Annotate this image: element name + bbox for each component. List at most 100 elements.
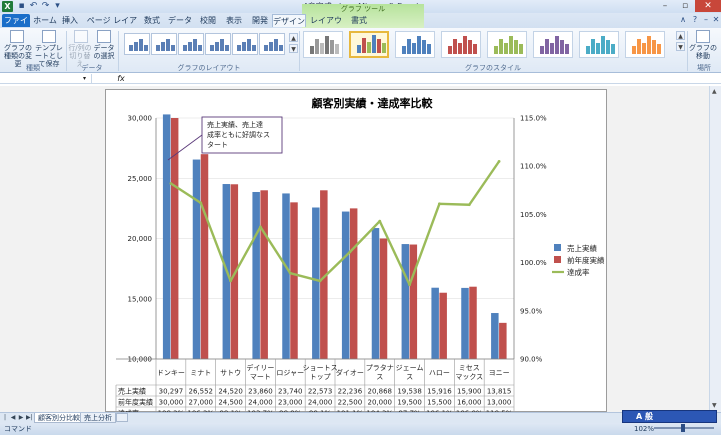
- layout-thumb-bar: [247, 39, 251, 51]
- layout-option-1[interactable]: [124, 33, 150, 55]
- legend-label: 売上実績: [567, 243, 597, 253]
- insert-sheet-icon[interactable]: [116, 413, 128, 422]
- style-thumb-bar: [632, 46, 636, 54]
- layout-scroll-up-icon[interactable]: ▲: [289, 33, 298, 42]
- chart-style-option-7[interactable]: [579, 31, 619, 58]
- chart-style-option-5[interactable]: [487, 31, 527, 58]
- category-label: トップ: [310, 373, 331, 381]
- last-sheet-icon[interactable]: ▶|: [26, 414, 33, 422]
- name-box[interactable]: [0, 74, 92, 84]
- achievement-rate-point: [318, 279, 322, 283]
- tab-data[interactable]: データ: [166, 14, 194, 27]
- table-cell: 20,000: [368, 399, 393, 407]
- chart-style-option-1[interactable]: [303, 31, 343, 58]
- chart-style-option-4[interactable]: [441, 31, 481, 58]
- style-thumb-bar: [315, 39, 319, 54]
- y-axis-tick-label: 30,000: [128, 115, 153, 123]
- layout-thumb-bar: [156, 45, 160, 51]
- layout-thumb-bar: [144, 45, 148, 51]
- bar-prev-year: [200, 154, 209, 359]
- table-cell: 19,500: [397, 399, 422, 407]
- sheet-tab-sales[interactable]: 売上分析: [80, 413, 116, 423]
- maximize-icon[interactable]: ▫: [675, 0, 695, 12]
- layout-thumb-bar: [237, 45, 241, 51]
- scroll-down-icon[interactable]: ▼: [712, 402, 717, 409]
- layout-more-icon[interactable]: ▼: [289, 44, 298, 53]
- style-thumb-bar: [427, 44, 431, 54]
- tab-layout[interactable]: レイアウト: [308, 14, 344, 38]
- tab-file[interactable]: ファイル: [2, 14, 30, 38]
- chart-style-option-3[interactable]: [395, 31, 435, 58]
- layout-option-3[interactable]: [178, 33, 204, 55]
- y2-axis-tick-label: 90.0%: [520, 356, 543, 364]
- chart-style-option-8[interactable]: [625, 31, 665, 58]
- bar-prev-year: [349, 208, 358, 359]
- tab-insert[interactable]: 挿入: [58, 14, 82, 27]
- style-thumb-bar: [377, 39, 381, 53]
- chart-style-option-2[interactable]: [349, 31, 389, 58]
- bar-prev-year: [170, 118, 179, 359]
- achievement-rate-point: [169, 182, 173, 185]
- y-axis-tick-label: 15,000: [128, 295, 153, 303]
- style-scroll-up-icon[interactable]: ▲: [676, 31, 685, 40]
- prev-sheet-icon[interactable]: ◀: [10, 414, 16, 422]
- move-chart-button[interactable]: グラフの移動: [689, 44, 717, 60]
- formula-bar[interactable]: [0, 74, 721, 84]
- close-icon[interactable]: ✕: [695, 0, 721, 12]
- minimize-icon[interactable]: –: [655, 0, 675, 12]
- sheet-tab-customer[interactable]: 顧客別分比較: [34, 413, 84, 423]
- table-cell: 30,000: [159, 399, 184, 407]
- achievement-rate-line: [170, 160, 501, 286]
- style-thumb-bar: [499, 39, 503, 54]
- achievement-rate-point: [378, 219, 382, 223]
- tab-review[interactable]: 校閲: [196, 14, 220, 27]
- zoom-slider-handle[interactable]: [681, 424, 685, 432]
- window-minimize-icon[interactable]: –: [701, 15, 711, 25]
- category-label: デイリー: [246, 363, 274, 372]
- tab-page-layout[interactable]: ページ レイアウト: [84, 14, 140, 38]
- style-thumb-bar: [565, 44, 569, 54]
- style-thumb-bar: [550, 43, 554, 54]
- tab-formulas[interactable]: 数式: [140, 14, 164, 27]
- achievement-rate-point: [288, 271, 292, 275]
- name-box-dropdown-icon[interactable]: ▾: [83, 75, 86, 82]
- layout-thumb-bar: [215, 42, 219, 51]
- table-cell: 16,000: [457, 399, 482, 407]
- bar-prev-year: [469, 286, 477, 359]
- layout-option-6[interactable]: [259, 33, 285, 55]
- tab-developer[interactable]: 開発: [248, 14, 272, 27]
- style-more-icon[interactable]: ▼: [676, 42, 685, 51]
- tab-home[interactable]: ホーム: [32, 14, 58, 27]
- chart-style-option-6[interactable]: [533, 31, 573, 58]
- select-data-button[interactable]: データの選択: [92, 44, 116, 60]
- style-thumb-bar: [657, 44, 661, 54]
- window-close-icon[interactable]: ✕: [711, 15, 721, 25]
- scroll-up-icon[interactable]: ▲: [712, 88, 717, 95]
- bar-prev-year: [379, 238, 388, 359]
- help-icon[interactable]: ?: [690, 15, 700, 25]
- layout-option-2[interactable]: [151, 33, 177, 55]
- tab-format[interactable]: 書式: [346, 14, 372, 27]
- chart-area[interactable]: 顧客別実績・達成率比較 10,000 15,000 20,000 25,000 30,0…: [105, 89, 607, 413]
- layout-option-5[interactable]: [232, 33, 258, 55]
- style-thumb-bar: [463, 36, 467, 54]
- tab-view[interactable]: 表示: [222, 14, 246, 27]
- bar-sales: [252, 191, 260, 359]
- tab-design[interactable]: デザイン: [272, 14, 306, 27]
- style-thumb-bar: [509, 36, 513, 54]
- first-sheet-icon[interactable]: |◀: [2, 414, 8, 429]
- ribbon-collapse-icon[interactable]: ∧: [678, 15, 688, 25]
- zoom-level[interactable]: 102%: [634, 424, 654, 434]
- y-axis-tick-label: 20,000: [128, 235, 153, 243]
- vertical-scrollbar[interactable]: [709, 86, 721, 412]
- layout-thumb-bar: [193, 39, 197, 51]
- layout-thumb-bar: [210, 45, 214, 51]
- achievement-rate-point: [438, 202, 441, 206]
- style-thumb-bar: [555, 36, 559, 54]
- next-sheet-icon[interactable]: ▶: [18, 414, 24, 422]
- insert-function-button[interactable]: fx: [116, 74, 126, 84]
- table-cell: 23,740: [278, 388, 303, 396]
- layout-option-4[interactable]: [205, 33, 231, 55]
- ime-mode[interactable]: A 般: [636, 410, 653, 423]
- achievement-rate-point: [348, 250, 352, 254]
